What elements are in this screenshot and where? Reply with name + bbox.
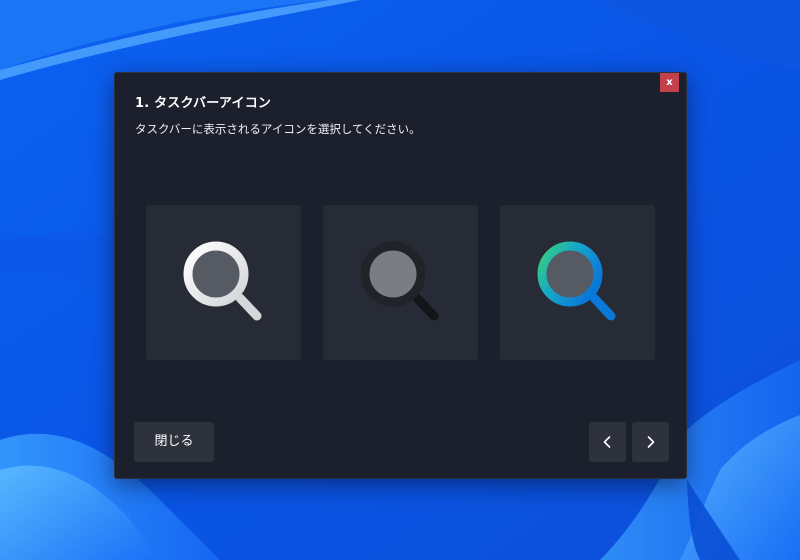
icon-option-light[interactable] bbox=[146, 205, 301, 360]
close-button[interactable]: 閉じる bbox=[134, 422, 214, 462]
next-button[interactable] bbox=[632, 422, 669, 462]
magnifier-dark-icon bbox=[360, 241, 439, 321]
icon-option-dark[interactable] bbox=[323, 205, 478, 360]
magnifier-color-icon bbox=[537, 241, 616, 321]
dialog-title: 1. タスクバーアイコン bbox=[135, 96, 272, 111]
dialog-subtitle: タスクバーに表示されるアイコンを選択してください。 bbox=[135, 122, 421, 136]
icon-selection-dialog: x 1. タスクバーアイコン タスクバーに表示されるアイコンを選択してください。 bbox=[114, 72, 687, 479]
previous-button[interactable] bbox=[589, 422, 626, 462]
chevron-right-icon bbox=[647, 436, 655, 448]
chevron-left-icon bbox=[603, 436, 611, 448]
icon-option-color[interactable] bbox=[500, 205, 655, 360]
close-x-button[interactable]: x bbox=[660, 73, 679, 92]
magnifier-light-icon bbox=[183, 241, 262, 321]
